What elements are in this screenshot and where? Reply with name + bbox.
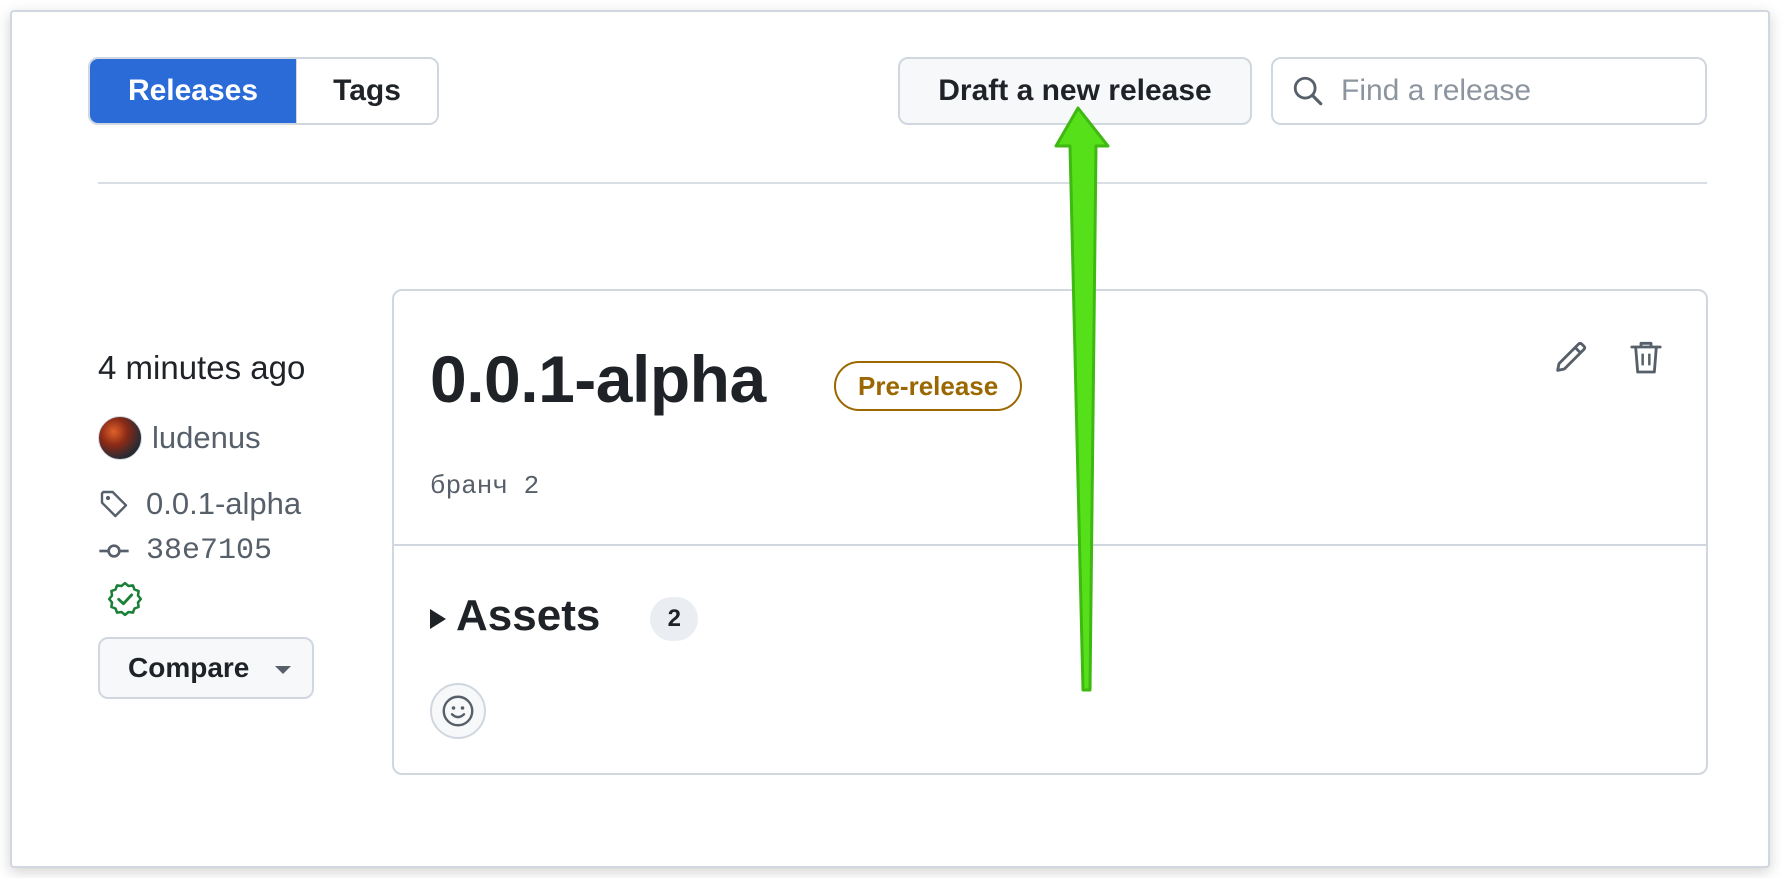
trash-icon[interactable]	[1626, 337, 1666, 377]
author-link[interactable]: ludenus	[152, 420, 261, 456]
tab-releases[interactable]: Releases	[90, 59, 296, 123]
header-divider	[98, 182, 1707, 184]
tab-tags[interactable]: Tags	[296, 59, 437, 123]
avatar[interactable]	[98, 416, 142, 460]
search-input[interactable]	[1339, 73, 1703, 109]
commit-icon	[99, 544, 129, 558]
pencil-icon[interactable]	[1551, 337, 1591, 377]
assets-count-badge: 2	[650, 597, 699, 641]
card-divider	[394, 544, 1706, 546]
add-reaction-button[interactable]	[430, 683, 486, 739]
search-icon	[1293, 76, 1323, 106]
release-author[interactable]: ludenus	[98, 416, 261, 460]
tag-link[interactable]: 0.0.1-alpha	[146, 486, 301, 522]
verified-icon	[107, 581, 143, 617]
release-commit[interactable]: 38e7105	[98, 534, 272, 568]
verified-badge[interactable]	[106, 580, 144, 623]
releases-tags-toggle: Releases Tags	[88, 57, 439, 125]
triangle-right-icon	[430, 609, 446, 629]
tag-icon	[100, 490, 128, 518]
draft-new-release-button[interactable]: Draft a new release	[898, 57, 1252, 125]
find-release-search[interactable]	[1271, 57, 1707, 125]
compare-label: Compare	[128, 652, 250, 683]
release-header: 0.0.1-alpha Pre-release бранч 2	[394, 291, 1706, 544]
smiley-icon	[442, 695, 474, 727]
page-frame: Releases Tags Draft a new release 4 minu…	[10, 10, 1770, 868]
chevron-down-icon	[275, 666, 292, 674]
commit-link[interactable]: 38e7105	[146, 534, 272, 568]
prerelease-badge: Pre-release	[834, 361, 1023, 411]
release-tag[interactable]: 0.0.1-alpha	[98, 486, 301, 522]
assets-toggle[interactable]: Assets 2	[430, 591, 699, 641]
release-notes: бранч 2	[430, 471, 540, 501]
release-title[interactable]: 0.0.1-alpha	[430, 341, 766, 417]
release-card: 0.0.1-alpha Pre-release бранч 2 Assets 2	[392, 289, 1708, 775]
assets-heading: Assets	[456, 591, 601, 640]
release-time: 4 minutes ago	[98, 349, 306, 386]
compare-button[interactable]: Compare	[98, 637, 314, 699]
